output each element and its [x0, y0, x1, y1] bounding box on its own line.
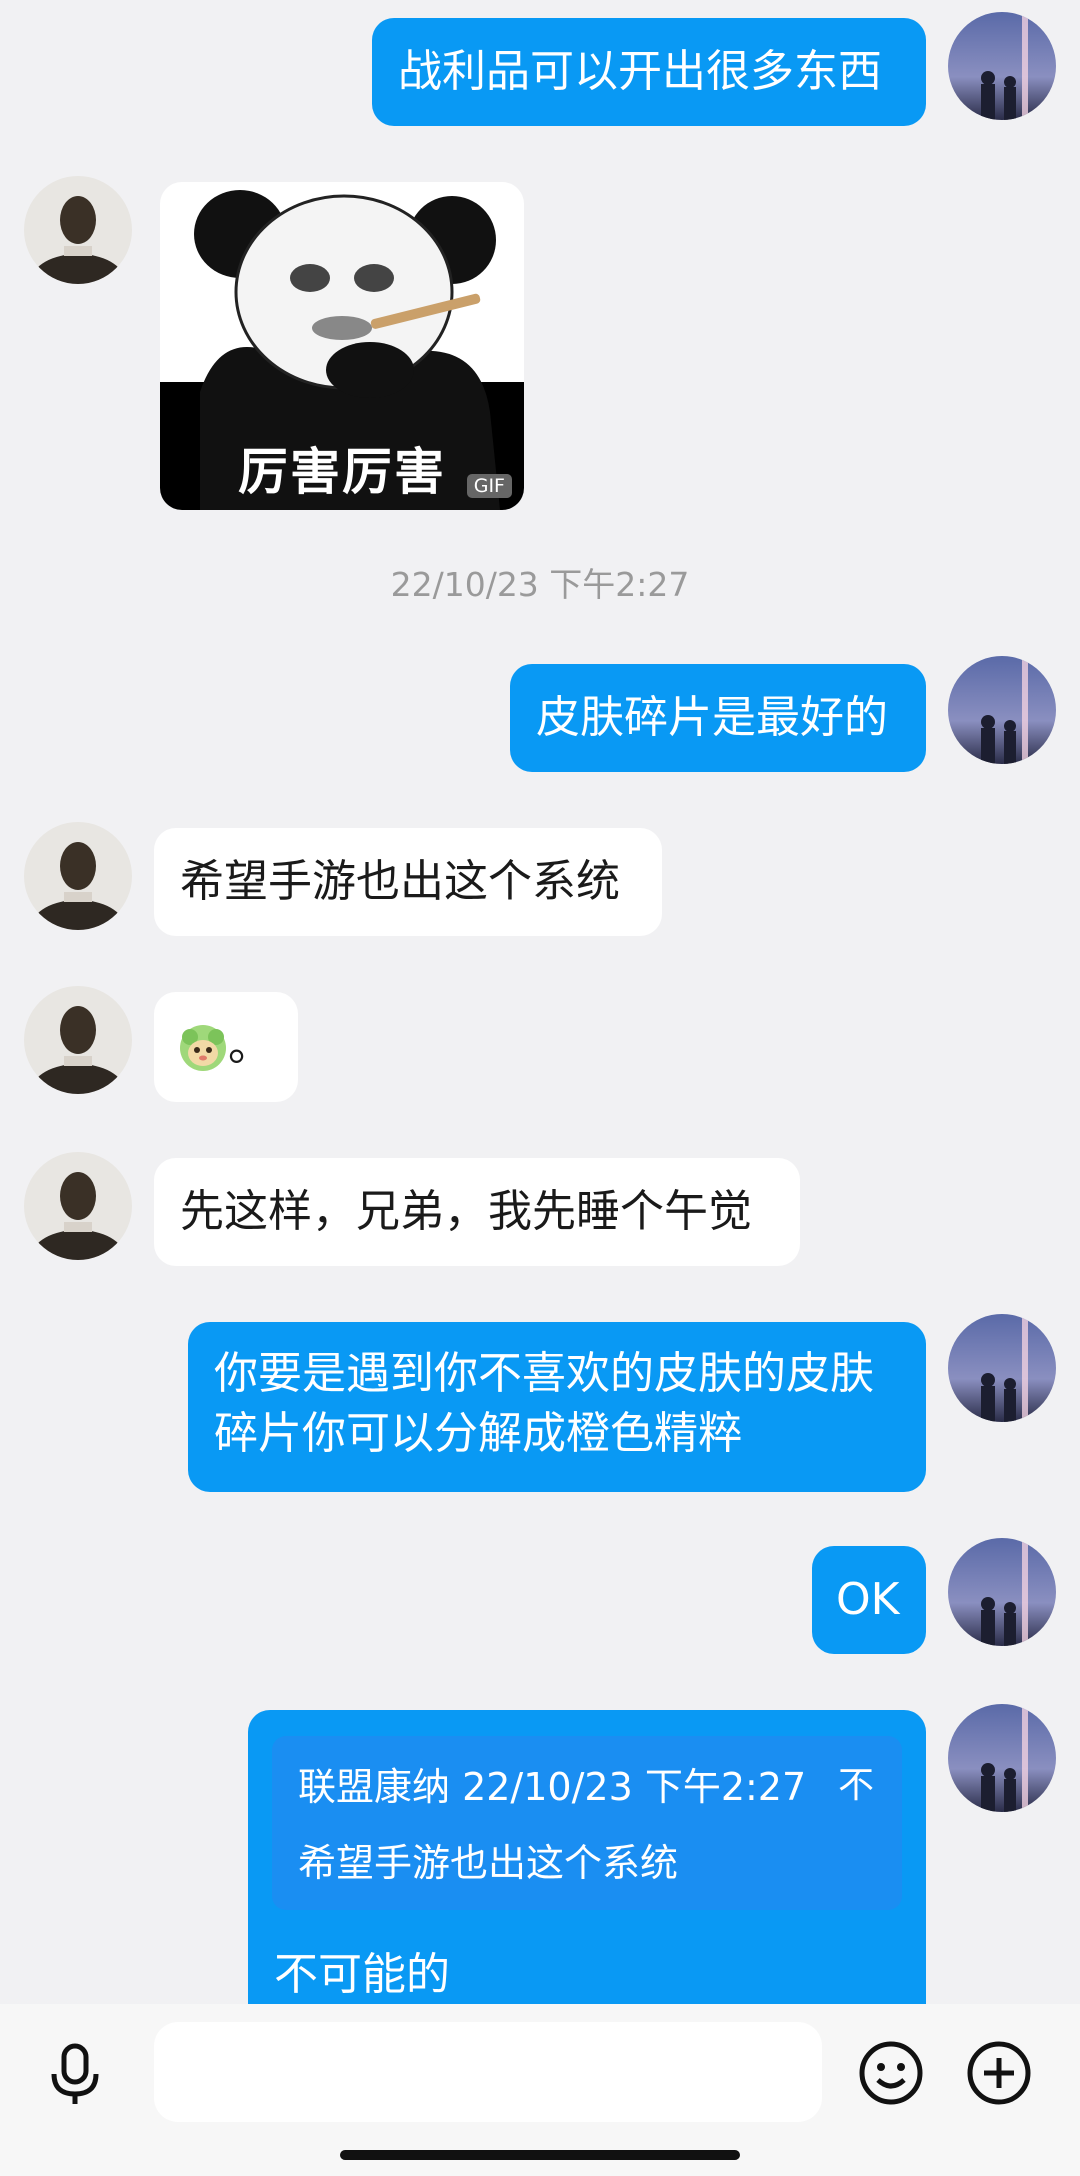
self-avatar-image — [948, 656, 1056, 764]
contact-avatar[interactable] — [24, 1152, 132, 1260]
cabbage-dog-emoji-icon — [180, 1025, 226, 1071]
message-bubble-incoming[interactable]: 。 — [154, 992, 298, 1102]
self-avatar-image — [948, 1314, 1056, 1422]
quote-sender-time: 联盟康纳 22/10/23 下午2:27 — [298, 1765, 807, 1809]
self-avatar-image — [948, 1704, 1056, 1812]
contact-avatar[interactable] — [24, 822, 132, 930]
self-avatar[interactable] — [948, 656, 1056, 764]
quote-text: 希望手游也出这个系统 — [298, 1841, 679, 1885]
message-text-line: 碎片你可以分解成橙色精粹 — [214, 1408, 742, 1459]
message-text: 先这样，兄弟，我先睡个午觉 — [180, 1186, 752, 1237]
message-text: 皮肤碎片是最好的 — [536, 692, 888, 743]
contact-avatar[interactable] — [24, 176, 132, 284]
self-avatar-image — [948, 12, 1056, 120]
contact-avatar-image — [24, 176, 132, 284]
reply-text: 不可能的 — [274, 1949, 450, 2000]
contact-avatar-image — [24, 1152, 132, 1260]
message-input[interactable] — [154, 2022, 822, 2122]
gif-badge: GIF — [466, 474, 512, 498]
timestamp: 22/10/23 下午2:27 — [390, 565, 690, 604]
message-text-line: 你要是遇到你不喜欢的皮肤的皮肤 — [214, 1348, 874, 1399]
plus-circle-icon[interactable] — [964, 2038, 1034, 2108]
home-indicator[interactable] — [340, 2150, 740, 2160]
self-avatar[interactable] — [948, 1704, 1056, 1812]
message-bubble-incoming[interactable]: 先这样，兄弟，我先睡个午觉 — [154, 1158, 800, 1266]
contact-avatar[interactable] — [24, 986, 132, 1094]
message-text: 。 — [228, 1020, 272, 1071]
message-text: 希望手游也出这个系统 — [180, 856, 620, 907]
self-avatar[interactable] — [948, 12, 1056, 120]
contact-avatar-image — [24, 822, 132, 930]
self-avatar-image — [948, 1538, 1056, 1646]
self-avatar[interactable] — [948, 1314, 1056, 1422]
input-bar — [0, 2004, 1080, 2176]
contact-avatar-image — [24, 986, 132, 1094]
self-avatar[interactable] — [948, 1538, 1056, 1646]
microphone-icon[interactable] — [40, 2038, 110, 2108]
quoted-message[interactable]: 联盟康纳 22/10/23 下午2:27 不 希望手游也出这个系统 — [272, 1736, 902, 1910]
message-text: OK — [836, 1574, 900, 1625]
message-bubble-incoming[interactable]: 希望手游也出这个系统 — [154, 828, 662, 936]
message-text: 战利品可以开出很多东西 — [398, 46, 882, 97]
quote-collapse-button[interactable]: 不 — [838, 1756, 874, 1808]
message-bubble-outgoing[interactable]: 你要是遇到你不喜欢的皮肤的皮肤 碎片你可以分解成橙色精粹 — [188, 1322, 926, 1492]
message-bubble-outgoing[interactable]: 战利品可以开出很多东西 — [372, 18, 926, 126]
emoji-icon[interactable] — [856, 2038, 926, 2108]
message-bubble-outgoing[interactable]: OK — [812, 1546, 926, 1654]
panda-sticker[interactable]: 厉害厉害 GIF — [160, 182, 524, 510]
message-bubble-outgoing[interactable]: 皮肤碎片是最好的 — [510, 664, 926, 772]
